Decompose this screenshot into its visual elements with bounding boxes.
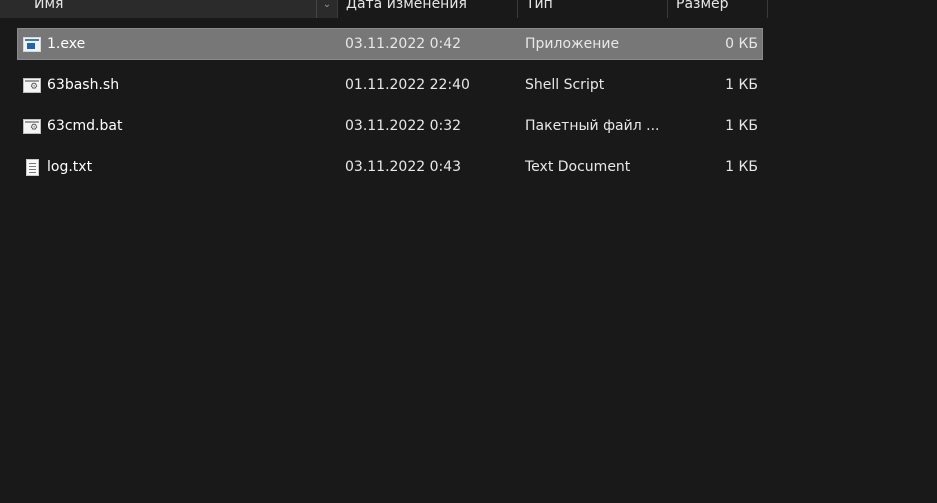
- file-date: 03.11.2022 0:32: [345, 118, 462, 134]
- column-header-name-label: Имя: [34, 0, 64, 12]
- file-name: 1.exe: [47, 36, 86, 52]
- column-header-name[interactable]: Имя ⌄: [26, 0, 338, 18]
- column-header-date-label: Дата изменения: [346, 0, 467, 12]
- header-spacer: [0, 0, 26, 18]
- script-icon: ⚙: [23, 77, 41, 93]
- file-row[interactable]: ⚙ 63cmd.bat 03.11.2022 0:32 Пакетный фай…: [17, 110, 763, 142]
- column-header-type-label: Тип: [526, 0, 553, 12]
- file-name: log.txt: [47, 159, 93, 175]
- sort-dropdown-icon[interactable]: ⌄: [316, 0, 337, 18]
- column-header-type[interactable]: Тип: [518, 0, 668, 18]
- file-size: 1 КБ: [725, 77, 758, 93]
- file-date: 03.11.2022 0:42: [345, 36, 462, 52]
- file-name: 63bash.sh: [47, 77, 120, 93]
- file-row[interactable]: log.txt 03.11.2022 0:43 Text Document 1 …: [17, 151, 763, 183]
- file-type: Shell Script: [525, 77, 605, 93]
- application-icon: [23, 36, 41, 52]
- file-row[interactable]: ⚙ 63bash.sh 01.11.2022 22:40 Shell Scrip…: [17, 69, 763, 101]
- file-date: 01.11.2022 22:40: [345, 77, 470, 93]
- file-name: 63cmd.bat: [47, 118, 123, 134]
- script-icon: ⚙: [23, 118, 41, 134]
- file-date: 03.11.2022 0:43: [345, 159, 462, 175]
- column-header-size-label: Размер: [676, 0, 729, 12]
- file-type: Пакетный файл ...: [525, 118, 660, 134]
- file-size: 1 КБ: [725, 159, 758, 175]
- file-list: 1.exe 03.11.2022 0:42 Приложение 0 КБ ⚙ …: [17, 28, 763, 192]
- column-header-size[interactable]: Размер: [668, 0, 768, 18]
- file-size: 0 КБ: [725, 36, 758, 52]
- file-row[interactable]: 1.exe 03.11.2022 0:42 Приложение 0 КБ: [17, 28, 763, 60]
- text-document-icon: [25, 158, 39, 176]
- column-header-bar: Имя ⌄ Дата изменения Тип Размер: [0, 0, 768, 18]
- file-type: Приложение: [525, 36, 620, 52]
- file-explorer-view: Имя ⌄ Дата изменения Тип Размер 1.exe 03…: [0, 0, 937, 503]
- file-size: 1 КБ: [725, 118, 758, 134]
- column-header-date[interactable]: Дата изменения: [338, 0, 518, 18]
- file-type: Text Document: [525, 159, 631, 175]
